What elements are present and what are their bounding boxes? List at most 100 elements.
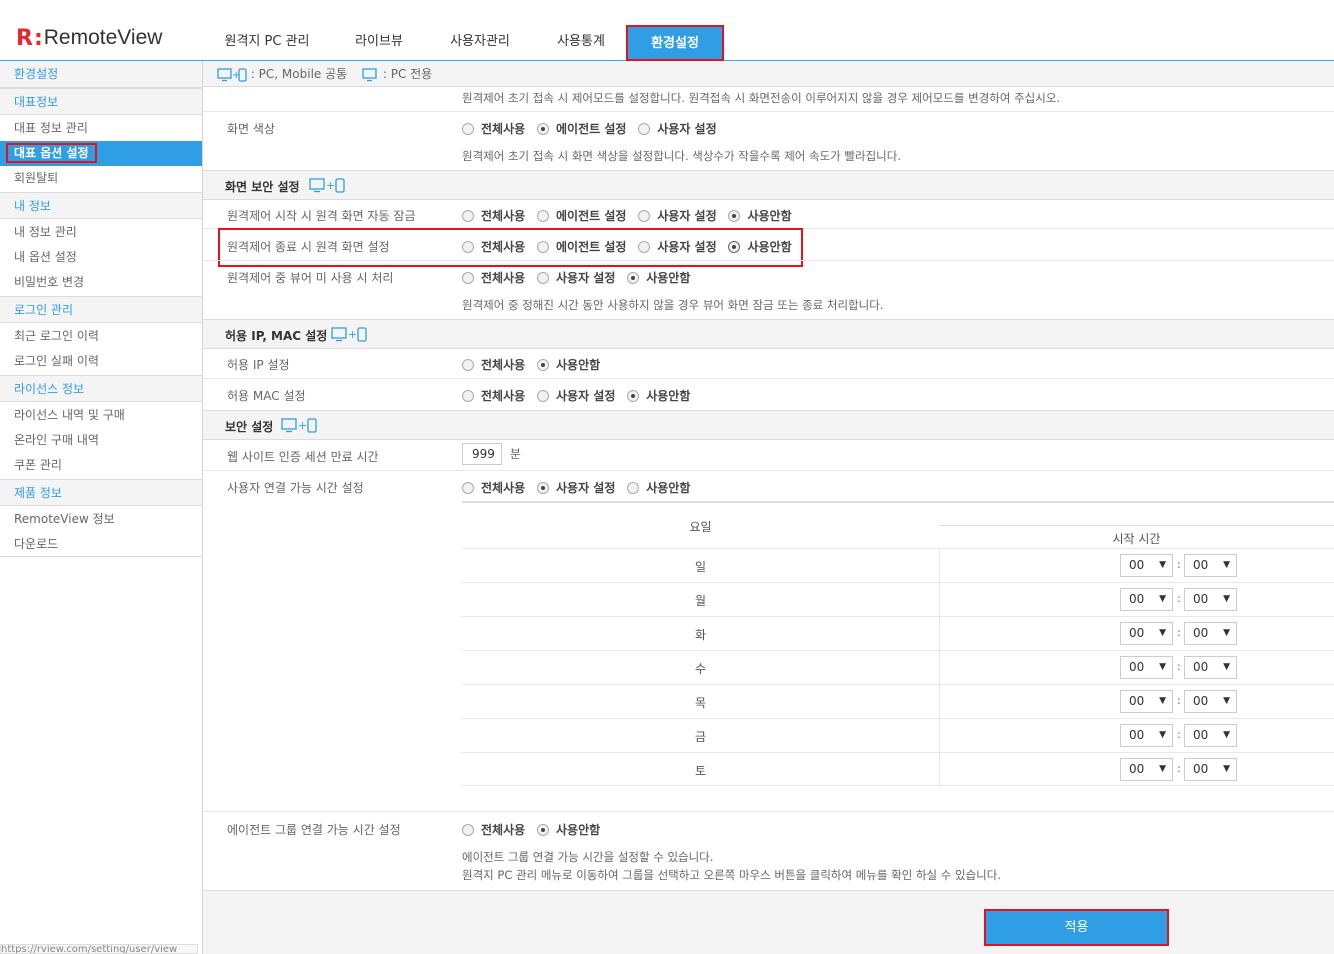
radio-option[interactable]: 전체사용: [462, 120, 525, 137]
sidebar-item-download[interactable]: 다운로드: [0, 532, 202, 557]
dropdown-arrow-icon: ▼: [1223, 662, 1230, 672]
radio-option[interactable]: 전체사용: [462, 387, 525, 404]
radio-option[interactable]: 사용자 설정: [537, 387, 615, 404]
tab-remote-pc[interactable]: 원격지 PC 관리: [214, 25, 320, 61]
remoteview-logo[interactable]: R: RemoteView: [16, 24, 162, 52]
pc-mobile-icon: +: [281, 418, 317, 433]
dropdown-arrow-icon: ▼: [1223, 628, 1230, 638]
radio-option[interactable]: 사용안함: [728, 238, 792, 255]
day-label: 금: [694, 730, 707, 744]
sidebar-item-my-options[interactable]: 내 옵션 설정: [0, 245, 202, 270]
hour-select[interactable]: 00 ▼: [1120, 588, 1173, 611]
conn-time-radios: 전체사용 사용자 설정 사용안함: [462, 479, 698, 497]
radio-option[interactable]: 전체사용: [462, 821, 525, 838]
minute-select[interactable]: 00 ▼: [1184, 656, 1237, 679]
radio-option[interactable]: 사용자 설정: [537, 479, 615, 496]
radio-option[interactable]: 사용자 설정: [638, 207, 717, 224]
radio-dot: [462, 823, 474, 836]
apply-button[interactable]: 적용: [984, 909, 1169, 946]
idle-label: 원격제어 중 뷰어 미 사용 시 처리: [227, 271, 394, 285]
session-timeout-input[interactable]: 999: [462, 443, 502, 465]
legend-common-text: : PC, Mobile 공통: [250, 67, 348, 81]
hour-select[interactable]: 00 ▼: [1120, 554, 1173, 577]
radio-option[interactable]: 사용자 설정: [638, 238, 717, 255]
sidebar-item-change-password[interactable]: 비밀번호 변경: [0, 270, 202, 295]
sidebar-section-product[interactable]: 제품 정보: [0, 479, 202, 506]
schedule-row-thu: 목 00 ▼ : 00 ▼: [462, 684, 1334, 719]
sidebar-item-login-failures[interactable]: 로그인 실패 이력: [0, 349, 202, 374]
radio-option[interactable]: 전체사용: [462, 269, 525, 286]
on-end-radios: 전체사용 에이전트 설정 사용자 설정 사용안함: [462, 238, 800, 256]
svg-text:+: +: [326, 179, 335, 192]
sidebar-item-recent-login[interactable]: 최근 로그인 이력: [0, 324, 202, 349]
radio-option[interactable]: 전체사용: [462, 238, 525, 255]
minute-select[interactable]: 00 ▼: [1184, 588, 1237, 611]
time-colon: :: [1177, 728, 1181, 741]
radio-option[interactable]: 사용안함: [627, 479, 690, 496]
radio-dot: [537, 209, 549, 222]
sidebar-section-my-info[interactable]: 내 정보: [0, 192, 202, 219]
minute-select[interactable]: 00 ▼: [1184, 622, 1237, 645]
radio-option[interactable]: 전체사용: [462, 356, 525, 373]
dropdown-arrow-icon: ▼: [1223, 764, 1230, 774]
schedule-row-sat: 토 00 ▼ : 00 ▼: [462, 752, 1334, 787]
sidebar-section-settings[interactable]: 환경설정: [0, 61, 202, 88]
tab-user-management[interactable]: 사용자관리: [437, 25, 523, 61]
radio-dot-selected: [728, 240, 741, 253]
schedule-row-mon: 월 00 ▼ : 00 ▼: [462, 582, 1334, 617]
minute-select[interactable]: 00 ▼: [1184, 690, 1237, 713]
radio-option[interactable]: 사용자 설정: [537, 269, 615, 286]
divider: [939, 583, 940, 617]
col-day-header: 요일: [689, 520, 712, 534]
tab-settings[interactable]: 환경설정: [626, 25, 724, 61]
radio-dot-selected: [627, 389, 640, 402]
radio-option[interactable]: 사용안함: [627, 269, 690, 286]
tab-usage-stats[interactable]: 사용통계: [543, 25, 619, 61]
time-colon: :: [1177, 592, 1181, 605]
hour-select[interactable]: 00 ▼: [1120, 758, 1173, 781]
radio-option[interactable]: 전체사용: [462, 479, 525, 496]
minute-select[interactable]: 00 ▼: [1184, 554, 1237, 577]
dropdown-arrow-icon: ▼: [1159, 764, 1166, 774]
section-title: 화면 보안 설정: [225, 180, 300, 194]
minute-select[interactable]: 00 ▼: [1184, 758, 1237, 781]
hour-select[interactable]: 00 ▼: [1120, 622, 1173, 645]
sidebar-item-withdraw[interactable]: 회원탈퇴: [0, 166, 202, 191]
hour-select[interactable]: 00 ▼: [1120, 724, 1173, 747]
radio-option[interactable]: 에이전트 설정: [537, 238, 626, 255]
dropdown-arrow-icon: ▼: [1159, 662, 1166, 672]
allow-mac-radios: 전체사용 사용자 설정 사용안함: [462, 387, 698, 405]
sidebar-item-remoteview-info[interactable]: RemoteView 정보: [0, 507, 202, 532]
dropdown-arrow-icon: ▼: [1159, 628, 1166, 638]
radio-option[interactable]: 전체사용: [462, 207, 525, 224]
agent-group-radios: 전체사용 사용안함: [462, 821, 608, 839]
sidebar-item-my-info-manage[interactable]: 내 정보 관리: [0, 220, 202, 245]
sidebar-section-rep-info[interactable]: 대표정보: [0, 88, 202, 115]
day-label: 화: [694, 628, 707, 642]
radio-option[interactable]: 사용안함: [537, 356, 600, 373]
agent-group-desc-1: 에이전트 그룹 연결 가능 시간을 설정할 수 있습니다.: [462, 850, 714, 864]
sidebar-section-license[interactable]: 라이선스 정보: [0, 375, 202, 402]
sidebar-item-rep-info-manage[interactable]: 대표 정보 관리: [0, 116, 202, 141]
radio-dot: [462, 209, 474, 222]
day-label: 토: [694, 764, 707, 778]
sidebar-item-online-purchases[interactable]: 온라인 구매 내역: [0, 428, 202, 453]
sidebar-section-login[interactable]: 로그인 관리: [0, 296, 202, 323]
hour-select[interactable]: 00 ▼: [1120, 656, 1173, 679]
radio-option[interactable]: 사용자 설정: [638, 120, 717, 137]
minute-select[interactable]: 00 ▼: [1184, 724, 1237, 747]
radio-dot: [462, 481, 474, 494]
time-colon: :: [1177, 762, 1181, 775]
sidebar-item-rep-options[interactable]: 대표 옵션 설정: [0, 141, 202, 166]
radio-option[interactable]: 사용안함: [537, 821, 600, 838]
pc-mobile-icon: +: [309, 178, 345, 193]
sidebar-item-license-history[interactable]: 라이선스 내역 및 구매: [0, 403, 202, 428]
radio-option[interactable]: 에이전트 설정: [537, 120, 626, 137]
hour-select[interactable]: 00 ▼: [1120, 690, 1173, 713]
radio-option[interactable]: 에이전트 설정: [537, 207, 626, 224]
tab-liveview[interactable]: 라이브뷰: [340, 25, 418, 61]
radio-option[interactable]: 사용안함: [728, 207, 792, 224]
sidebar-item-coupons[interactable]: 쿠폰 관리: [0, 453, 202, 478]
radio-option[interactable]: 사용안함: [627, 387, 690, 404]
on-end-label: 원격제어 종료 시 원격 화면 설정: [227, 240, 390, 254]
